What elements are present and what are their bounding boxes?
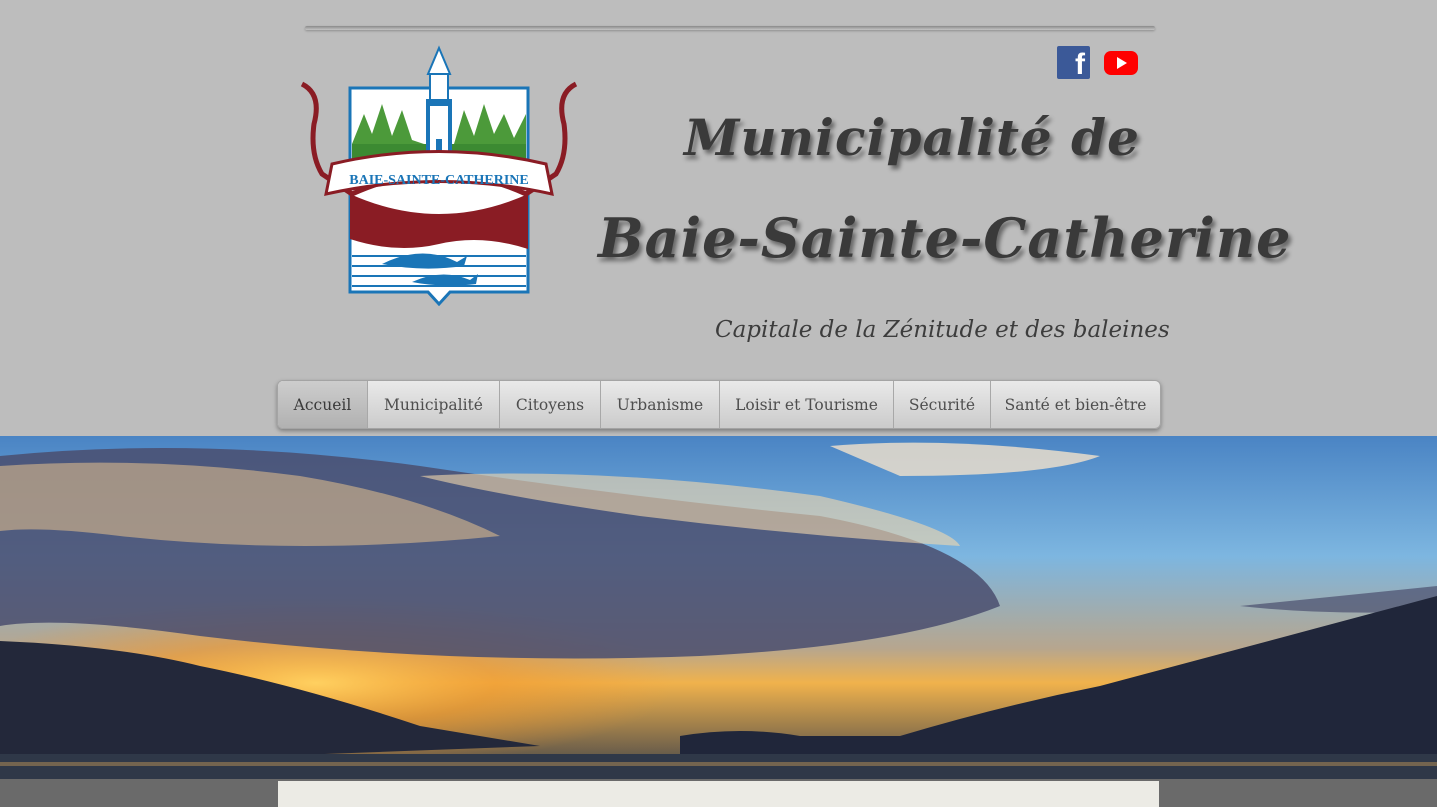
site-title-line1: Municipalité de: [684, 108, 1140, 167]
nav-item-accueil[interactable]: Accueil: [278, 381, 368, 428]
nav-item-sante-bien-etre[interactable]: Santé et bien-être: [991, 381, 1160, 428]
banner-sunset-image: [0, 436, 1437, 779]
social-links: f: [1057, 46, 1138, 81]
crest-ribbon-text: BAIE-SAINTE-CATHERINE: [349, 173, 528, 188]
nav-item-securite[interactable]: Sécurité: [894, 381, 991, 428]
facebook-letter: f: [1075, 48, 1085, 81]
municipal-crest-logo[interactable]: BAIE-SAINTE-CATHERINE: [292, 44, 586, 306]
main-navigation: Accueil Municipalité Citoyens Urbanisme …: [277, 380, 1161, 429]
site-tagline: Capitale de la Zénitude et des baleines: [715, 317, 1170, 343]
youtube-icon[interactable]: [1104, 51, 1138, 75]
nav-item-municipalite[interactable]: Municipalité: [368, 381, 500, 428]
nav-item-citoyens[interactable]: Citoyens: [500, 381, 601, 428]
nav-item-urbanisme[interactable]: Urbanisme: [601, 381, 720, 428]
site-title-line2: Baie-Sainte-Catherine: [598, 206, 1292, 270]
nav-item-loisir-tourisme[interactable]: Loisir et Tourisme: [720, 381, 894, 428]
header-divider: [305, 26, 1155, 30]
facebook-icon[interactable]: f: [1057, 46, 1090, 81]
content-panel: [278, 781, 1159, 807]
